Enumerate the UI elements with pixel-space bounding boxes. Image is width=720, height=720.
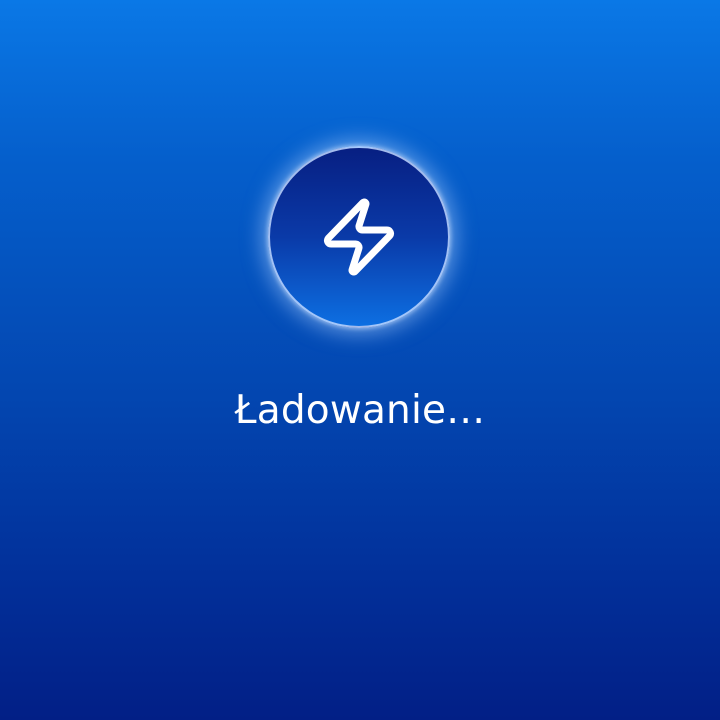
app-icon-badge xyxy=(268,146,450,328)
lightning-bolt-icon xyxy=(324,198,394,276)
loading-label: Ładowanie… xyxy=(234,388,486,433)
loading-screen: Ładowanie… xyxy=(0,0,720,720)
